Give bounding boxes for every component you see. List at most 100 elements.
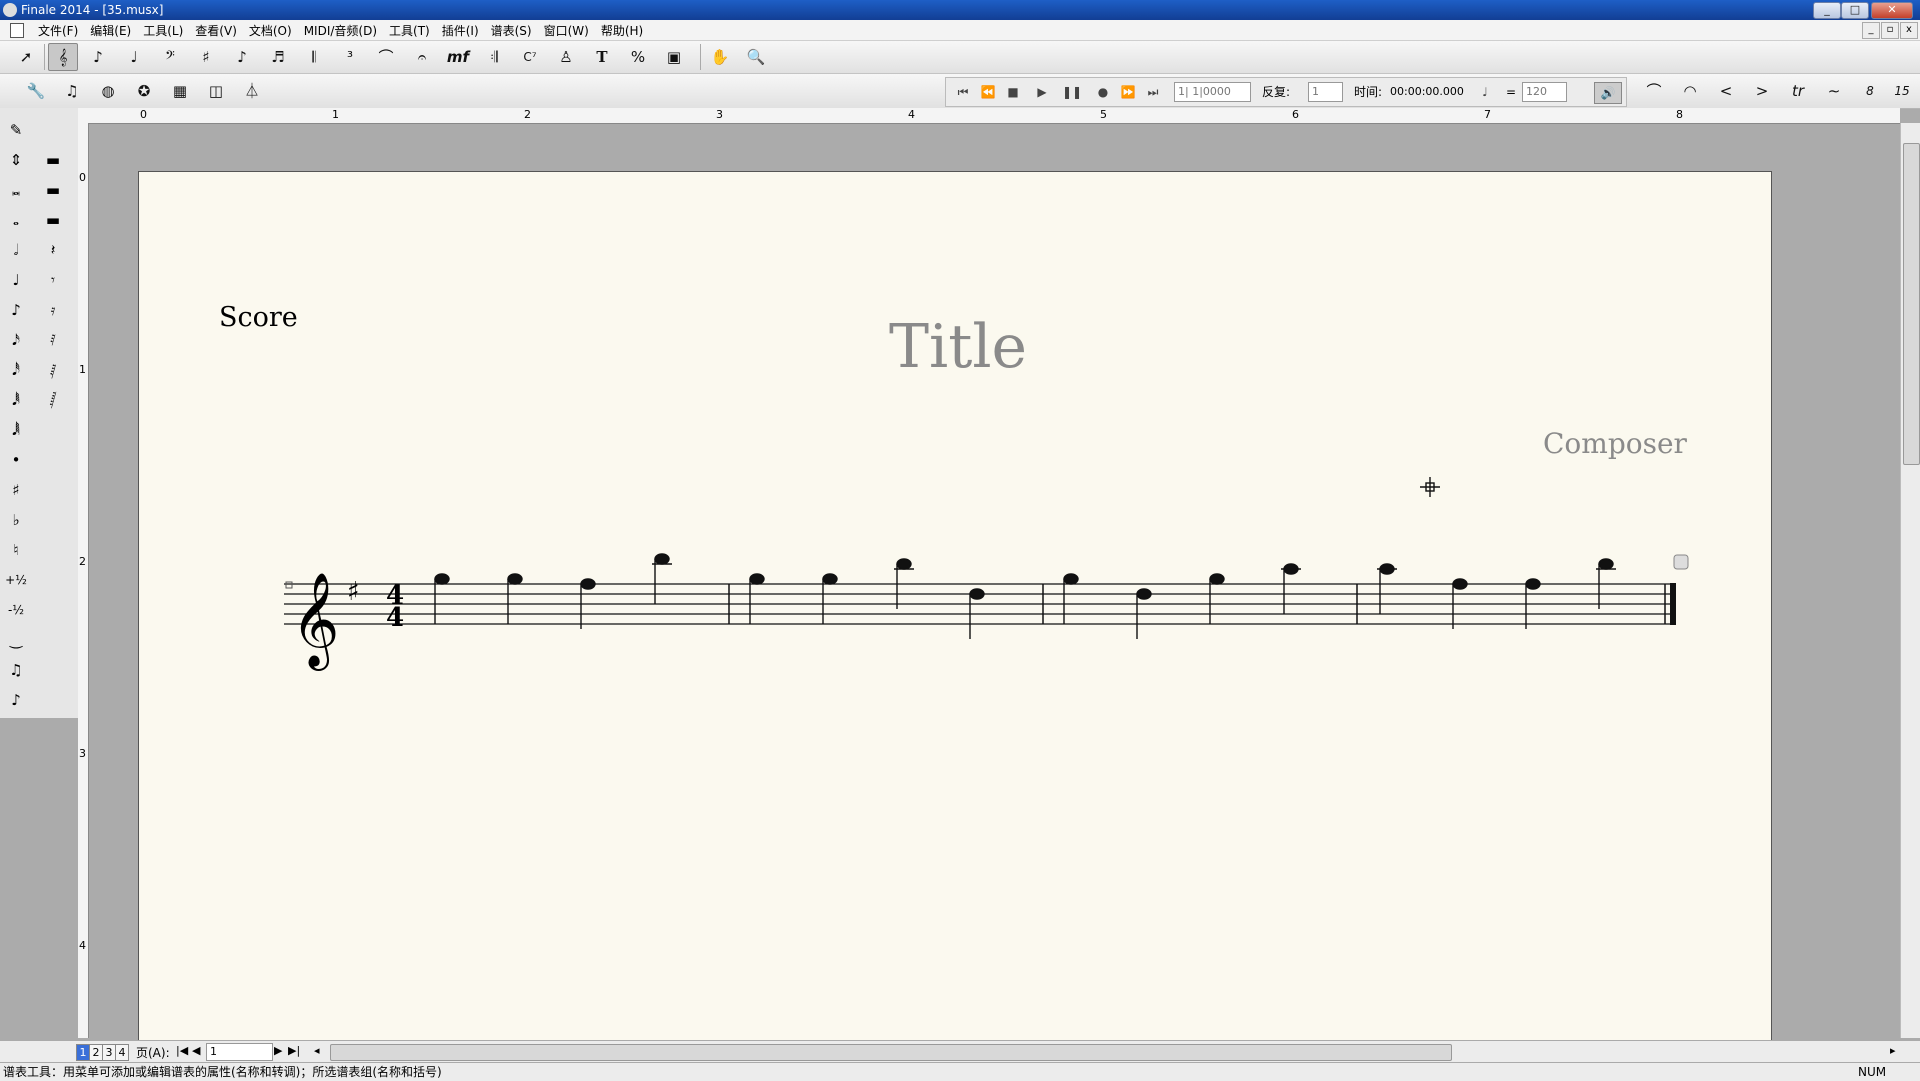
page-3-button[interactable]: 3 [102,1044,116,1061]
quarter-note-icon[interactable]: ♩ [3,266,29,294]
tie-icon[interactable]: ‿ [3,626,29,654]
ossia-tool-icon[interactable]: ◫ [202,78,230,104]
mirror-tool-icon[interactable]: ◍ [94,78,122,104]
half-note-icon[interactable]: 𝅗𝅥 [3,236,29,264]
transpose-icon[interactable]: ⇕ [3,146,29,174]
double-whole-note-icon[interactable]: 𝅜 [3,176,29,204]
page-1-button[interactable]: 1 [76,1044,90,1061]
ottava-icon[interactable]: 8 [1856,78,1884,104]
first-page-icon[interactable]: |◀ [176,1044,188,1057]
playback-settings-icon[interactable]: 🔊 [1594,82,1622,104]
beam-icon[interactable]: ♫ [3,656,29,684]
next-page-icon[interactable]: ▶ [274,1044,282,1057]
fast-forward-icon[interactable]: ⏩ [1117,82,1139,102]
stop-icon[interactable]: ■ [1002,82,1024,102]
tempo-note-icon[interactable]: ♩ [1470,82,1500,102]
thirty-second-note-icon[interactable]: 𝅘𝅥𝅰 [3,356,29,384]
sixty-fourth-rest-icon[interactable]: 𝅁 [40,356,66,384]
menu-view[interactable]: 查看(V) [189,22,243,39]
maximize-button[interactable]: □ [1841,2,1869,19]
scroll-left-icon[interactable]: ◂ [314,1044,320,1057]
page-number-field[interactable]: 1 [206,1043,273,1061]
lyrics-tool-icon[interactable]: ♙ [552,44,580,70]
minimize-button[interactable]: _ [1813,2,1841,19]
measure-position-field[interactable]: 1| 1|0000 [1174,82,1251,102]
half-step-down-icon[interactable]: -½ [3,596,29,624]
selection-tool-icon[interactable]: ➚ [12,44,40,70]
text-tool-icon[interactable]: T [588,44,616,70]
measure-tool-icon[interactable]: 𝄃 [300,44,328,70]
menu-utilities[interactable]: 工具(L) [137,22,189,39]
half-step-up-icon[interactable]: +½ [3,566,29,594]
menu-help[interactable]: 帮助(H) [595,22,649,39]
menu-edit[interactable]: 编辑(E) [84,22,137,39]
eighth-note-tool-icon[interactable]: ♪ [228,44,256,70]
sixty-fourth-note-icon[interactable]: 𝅘𝅥𝅱 [3,386,29,414]
vertical-scroll-thumb[interactable] [1903,143,1920,465]
sharp-icon[interactable]: ♯ [3,476,29,504]
decrescendo-icon[interactable]: > [1748,78,1776,104]
last-page-icon[interactable]: ▶| [288,1044,300,1057]
128th-note-icon[interactable]: 𝅘𝅥𝅲 [3,416,29,444]
menu-staff[interactable]: 谱表(S) [485,22,538,39]
crescendo-icon[interactable]: < [1712,78,1740,104]
smart-shape-tool-icon[interactable]: ⌒ [372,44,400,70]
repeat-field[interactable]: 1 [1308,82,1343,102]
prev-page-icon[interactable]: ◀ [192,1044,200,1057]
key-signature-tool-icon[interactable]: ♯ [192,44,220,70]
document-icon[interactable] [10,22,24,38]
breve-rest-icon[interactable]: ▬ [40,146,66,174]
rewind-icon[interactable]: ⏪ [977,82,999,102]
zoom-icon[interactable]: 🔍 [742,44,770,70]
natural-icon[interactable]: ♮ [3,536,29,564]
expression-tool-icon[interactable]: mf [444,44,472,70]
128th-rest-icon[interactable]: 𝅂 [40,386,66,414]
staff-system[interactable]: 𝄞 ♯ 4 4 [139,172,1771,672]
simple-entry-tool-icon[interactable]: ♪ [84,44,112,70]
repeat-tool-icon[interactable]: 𝄇 [480,44,508,70]
grace-note-icon[interactable]: ♪ [3,686,29,714]
play-icon[interactable]: ▶ [1031,82,1053,102]
dashed-slur-icon[interactable]: ◠ [1676,78,1704,104]
page-layout-tool-icon[interactable]: ▣ [660,44,688,70]
menu-document[interactable]: 文档(O) [243,22,298,39]
dot-icon[interactable]: • [3,446,29,474]
flat-icon[interactable]: ♭ [3,506,29,534]
menu-file[interactable]: 文件(F) [32,22,84,39]
hand-grabber-icon[interactable]: ✋ [706,44,734,70]
whole-rest-icon[interactable]: ▬ [40,176,66,204]
half-rest-icon[interactable]: ▬ [40,206,66,234]
trill-icon[interactable]: tr [1784,78,1812,104]
score-page[interactable]: Score Title Composer 𝄞 ♯ 4 4 [138,171,1772,1043]
pause-icon[interactable]: ❚❚ [1061,82,1083,102]
trill-extension-icon[interactable]: ∼ [1820,78,1848,104]
menu-tools[interactable]: 工具(T) [383,22,436,39]
tuplet-tool-icon[interactable]: ³ [336,44,364,70]
speedy-entry-tool-icon[interactable]: ♩ [120,44,148,70]
tempo-field[interactable]: 120 [1522,82,1567,102]
eighth-note-icon[interactable]: ♪ [3,296,29,324]
thirty-second-rest-icon[interactable]: 𝅀 [40,326,66,354]
whole-note-icon[interactable]: 𝅝 [3,206,29,234]
quarter-rest-icon[interactable]: 𝄽 [40,236,66,264]
rewind-to-start-icon[interactable]: ⏮ [952,82,974,102]
articulation-tool-icon[interactable]: 𝄐 [408,44,436,70]
staff-tool-icon[interactable]: 𝄞 [48,43,78,71]
horizontal-scroll-thumb[interactable] [330,1044,1452,1061]
metronome-tool-icon[interactable]: ⏃ [238,78,266,104]
page-4-button[interactable]: 4 [115,1044,129,1061]
vertical-scrollbar[interactable] [1900,123,1920,1038]
close-button[interactable]: ✕ [1871,2,1913,19]
sixteenth-rest-icon[interactable]: 𝄿 [40,296,66,324]
midi-tool-icon[interactable]: ▦ [166,78,194,104]
menu-plugins[interactable]: 插件(I) [436,22,485,39]
scroll-right-icon[interactable]: ▸ [1890,1044,1896,1057]
menu-window[interactable]: 窗口(W) [538,22,595,39]
eraser-icon[interactable]: ✎ [3,116,29,144]
slur-icon[interactable]: ⌒ [1640,78,1668,104]
doc-close-button[interactable]: x [1900,22,1918,39]
forward-to-end-icon[interactable]: ⏭ [1142,82,1164,102]
doc-minimize-button[interactable]: _ [1862,22,1880,39]
clef-tool-icon[interactable]: 𝄢 [156,44,184,70]
resize-tool-icon[interactable]: % [624,44,652,70]
